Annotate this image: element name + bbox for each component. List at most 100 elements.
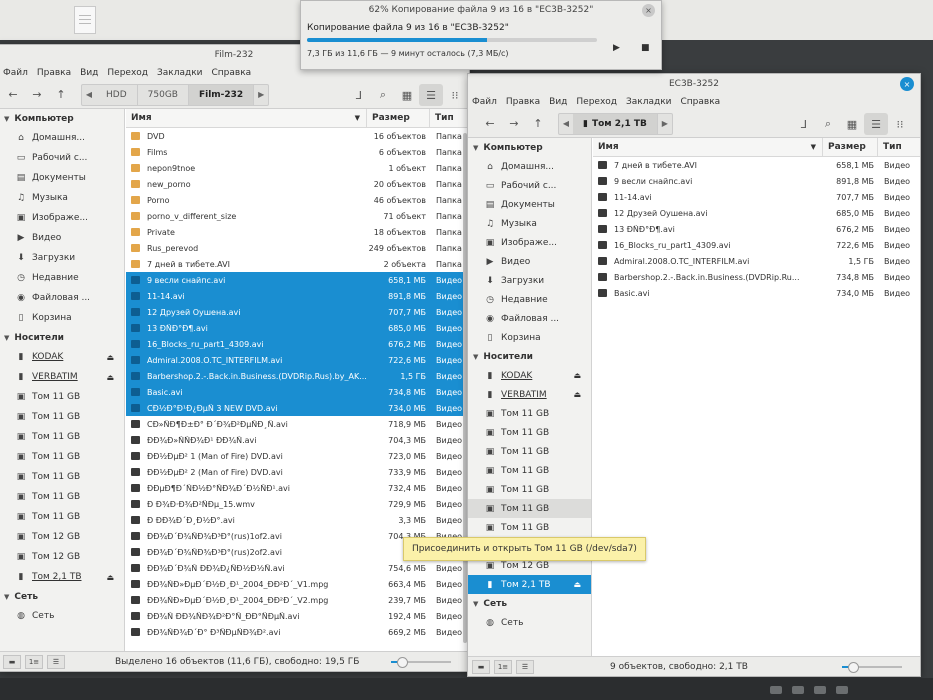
breadcrumb-prev-icon[interactable]: ◀ xyxy=(82,85,96,105)
pause-icon[interactable]: ▶ xyxy=(613,43,620,53)
desktop-file-icon[interactable] xyxy=(74,6,96,34)
sidebar-item[interactable]: ▤ Документы xyxy=(0,168,124,188)
sidebar-item[interactable]: ▣ Том 11 GB xyxy=(468,461,591,480)
file-row[interactable]: Private 18 объектов Папка xyxy=(126,224,469,240)
file-row[interactable]: CÐ½Ð°Ð¹Ð¿ÐµÑ 3 NEW DVD.avi 734,0 МБ Видео xyxy=(126,400,469,416)
file-row[interactable]: Ð Ð¾Ð·Ð¾Ð²ÑÐµ_15.wmv 729,9 МБ Видео xyxy=(126,496,469,512)
file-row[interactable]: Basic.avi 734,0 МБ Видео xyxy=(593,285,920,301)
file-row[interactable]: 11-14.avi 707,7 МБ Видео xyxy=(593,189,920,205)
hide-sidebar-button[interactable]: ☰ xyxy=(47,654,65,669)
search-icon[interactable]: ⌕ xyxy=(371,84,395,106)
file-row[interactable]: Barbershop.2.-.Back.in.Business.(DVDRip.… xyxy=(126,368,469,384)
sidebar-item[interactable]: ▣ Изображе... xyxy=(468,233,591,252)
sidebar-item[interactable]: ▯ Корзина xyxy=(0,308,124,328)
back-button[interactable]: ← xyxy=(1,84,25,106)
menu-item[interactable]: Закладки xyxy=(157,68,203,78)
file-row[interactable]: ÐÐ¾Ð»ÑÑÐ¾Ð¹ ÐÐ¾Ñ.avi 704,3 МБ Видео xyxy=(126,432,469,448)
sidebar-item[interactable]: ▶ Видео xyxy=(0,228,124,248)
stop-icon[interactable]: ■ xyxy=(641,43,650,53)
file-row[interactable]: Basic.avi 734,8 МБ Видео xyxy=(126,384,469,400)
tray-icon[interactable] xyxy=(770,686,782,694)
file-row[interactable]: ÐÐ¾ÑÐ»ÐµÐ´Ð½Ð¸Ð¹_2004_ÐÐ²Ð´_V2.mpg 239,7 … xyxy=(126,592,469,608)
file-row[interactable]: Films 6 объектов Папка xyxy=(126,144,469,160)
zoom-slider[interactable] xyxy=(391,657,451,668)
sidebar-item[interactable]: ▣ Том 12 GB xyxy=(0,547,124,567)
sidebar-item[interactable]: ▣ Том 11 GB xyxy=(0,427,124,447)
sidebar-item[interactable]: ▣ Том 11 GB xyxy=(468,480,591,499)
show-places-button[interactable]: ▬ xyxy=(3,654,21,669)
sidebar-item[interactable]: ▣ Том 11 GB xyxy=(0,407,124,427)
file-row[interactable]: ÐÐµÐ¶Ð´ÑÐ½Ð°ÑÐ¾Ð´Ð½ÑÐ¹.avi 732,4 МБ Видео xyxy=(126,480,469,496)
sidebar-item[interactable]: ⌂ Домашня... xyxy=(468,157,591,176)
tray-icon[interactable] xyxy=(792,686,804,694)
eject-icon[interactable]: ⏏ xyxy=(573,390,581,399)
file-row[interactable]: ÐÐ¾ÑÐ¾Ð´Ð° Ð³ÑÐµÑÐ¾Ð².avi 669,2 МБ Видео xyxy=(126,624,469,640)
show-treeview-button[interactable]: 1≡ xyxy=(494,659,512,674)
column-size[interactable]: Размер xyxy=(367,109,430,127)
file-row[interactable]: 9 весли снайпс.avi 658,1 МБ Видео xyxy=(126,272,469,288)
dialog-title[interactable]: 62% Копирование файла 9 из 16 в "EC3B-32… xyxy=(301,1,661,19)
menu-item[interactable]: Переход xyxy=(107,68,148,78)
file-row[interactable]: Porno 46 объектов Папка xyxy=(126,192,469,208)
sidebar-item[interactable]: ♫ Музыка xyxy=(468,214,591,233)
eject-icon[interactable]: ⏏ xyxy=(106,353,114,362)
sidebar-item[interactable]: ▣ Том 11 GB xyxy=(0,467,124,487)
file-row[interactable]: 16_Blocks_ru_part1_4309.avi 722,6 МБ Видео xyxy=(593,237,920,253)
up-button[interactable]: ↑ xyxy=(49,84,73,106)
file-row[interactable]: ÐÐ¾ÑÐ»ÐµÐ´Ð½Ð¸Ð¹_2004_ÐÐ²Ð´_V1.mpg 663,4 … xyxy=(126,576,469,592)
sidebar-item[interactable]: ◷ Недавние xyxy=(0,268,124,288)
show-treeview-button[interactable]: 1≡ xyxy=(25,654,43,669)
breadcrumb-prev-icon[interactable]: ◀ xyxy=(559,114,573,134)
zoom-slider[interactable] xyxy=(842,662,902,673)
sidebar-section-header[interactable]: ▼ Компьютер xyxy=(0,109,124,128)
back-button[interactable]: ← xyxy=(478,113,502,135)
crumb-volume-2-1tb[interactable]: ▮ Том 2,1 ТВ xyxy=(573,113,658,134)
sidebar-item[interactable]: ⬇ Загрузки xyxy=(468,271,591,290)
terminal-icon[interactable]: ⅃ xyxy=(347,84,371,106)
file-row[interactable]: 11-14.avi 891,8 МБ Видео xyxy=(126,288,469,304)
sidebar-item[interactable]: ◍ Сеть xyxy=(468,613,591,632)
menu-item[interactable]: Справка xyxy=(212,68,252,78)
eject-icon[interactable]: ⏏ xyxy=(106,373,114,382)
up-button[interactable]: ↑ xyxy=(526,113,550,135)
sidebar-section-header[interactable]: ▼ Сеть xyxy=(0,587,124,606)
file-row[interactable]: 13 ÐÑÐ°Ð¶.avi 685,0 МБ Видео xyxy=(126,320,469,336)
eject-icon[interactable]: ⏏ xyxy=(573,580,581,589)
sidebar-section-header[interactable]: ▼ Компьютер xyxy=(468,138,591,157)
column-type[interactable]: Тип xyxy=(878,138,920,156)
sidebar-item[interactable]: ▭ Рабочий с... xyxy=(468,176,591,195)
show-places-button[interactable]: ▬ xyxy=(472,659,490,674)
terminal-icon[interactable]: ⅃ xyxy=(792,113,816,135)
icon-view-icon[interactable]: ▦ xyxy=(840,113,864,135)
menu-item[interactable]: Правка xyxy=(506,97,540,107)
menu-item[interactable]: Вид xyxy=(549,97,567,107)
icon-view-icon[interactable]: ▦ xyxy=(395,84,419,106)
menu-item[interactable]: Закладки xyxy=(626,97,672,107)
file-row[interactable]: 12 Друзей Оушена.avi 685,0 МБ Видео xyxy=(593,205,920,221)
sidebar-item[interactable]: ♫ Музыка xyxy=(0,188,124,208)
column-name[interactable]: Имя ▼ xyxy=(593,138,823,156)
sidebar-item[interactable]: ▣ Том 11 GB xyxy=(468,404,591,423)
tray-icon[interactable] xyxy=(836,686,848,694)
menu-item[interactable]: Справка xyxy=(681,97,721,107)
sidebar-item[interactable]: ◉ Файловая ... xyxy=(0,288,124,308)
file-row[interactable]: 7 дней в тибете.AVI 658,1 МБ Видео xyxy=(593,157,920,173)
column-type[interactable]: Тип xyxy=(430,109,467,127)
close-icon[interactable]: × xyxy=(642,4,655,17)
file-row[interactable]: ÐÐ½ÐµÐ² 2 (Man of Fire) DVD.avi 733,9 МБ В… xyxy=(126,464,469,480)
file-row[interactable]: new_porno 20 объектов Папка xyxy=(126,176,469,192)
compact-view-icon[interactable]: ⁝⁝ xyxy=(888,113,912,135)
sidebar-item[interactable]: ▣ Том 11 GB xyxy=(468,518,591,537)
menu-item[interactable]: Файл xyxy=(472,97,497,107)
sidebar-item[interactable]: ▣ Том 11 GB xyxy=(0,487,124,507)
tray-icon[interactable] xyxy=(814,686,826,694)
file-row[interactable]: Rus_perevod 249 объектов Папка xyxy=(126,240,469,256)
eject-icon[interactable]: ⏏ xyxy=(573,371,581,380)
breadcrumb-next-icon[interactable]: ▶ xyxy=(254,85,268,105)
sidebar-item[interactable]: ▣ Том 11 GB xyxy=(0,507,124,527)
list-view-icon[interactable]: ☰ xyxy=(419,84,443,106)
file-row[interactable]: porno_v_different_size 71 объект Папка xyxy=(126,208,469,224)
file-row[interactable]: ÐÐ¾Ð´Ð¾Ñ ÐÐ¾Ð¿ÑÐ½Ð½Ñ.avi 754,6 МБ Видео xyxy=(126,560,469,576)
menu-item[interactable]: Файл xyxy=(3,68,28,78)
crumb-750gb[interactable]: 750GB xyxy=(138,84,189,105)
